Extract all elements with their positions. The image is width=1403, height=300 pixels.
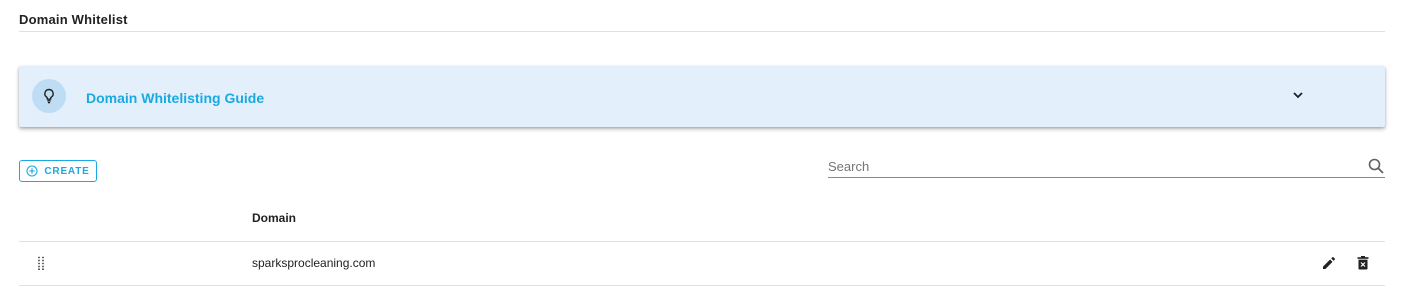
guide-title: Domain Whitelisting Guide [86, 90, 265, 106]
chevron-down-icon[interactable] [1291, 88, 1305, 102]
create-button[interactable]: CREATE [19, 160, 97, 182]
search-icon[interactable] [1367, 157, 1385, 175]
drag-handle-icon[interactable] [37, 256, 45, 270]
edit-button[interactable] [1319, 253, 1339, 273]
page-title: Domain Whitelist [19, 12, 128, 27]
lightbulb-icon [44, 88, 54, 104]
lightbulb-icon-container [32, 79, 66, 113]
title-divider [19, 31, 1385, 32]
delete-button[interactable] [1353, 253, 1373, 273]
search-input[interactable] [828, 156, 1348, 176]
edit-icon [1323, 256, 1336, 269]
create-button-label: CREATE [44, 165, 90, 177]
search-field [828, 156, 1385, 178]
domain-cell: sparksprocleaning.com [252, 256, 376, 270]
guide-expansion-panel[interactable]: Domain Whitelisting Guide [19, 66, 1385, 127]
delete-icon [1357, 256, 1369, 270]
column-header-domain[interactable]: Domain [252, 211, 296, 225]
table-row: sparksprocleaning.com [19, 242, 1385, 286]
add-circle-icon [26, 165, 38, 177]
